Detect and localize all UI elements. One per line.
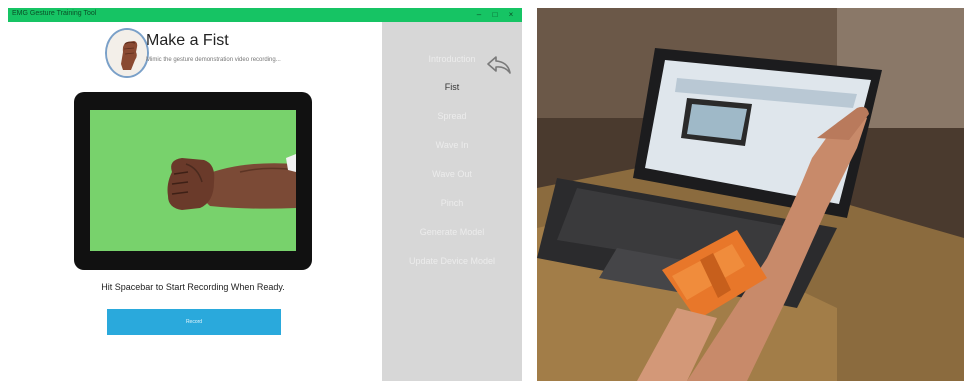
demonstration-video-frame	[74, 92, 312, 270]
sidebar-item-fist[interactable]: Fist	[382, 82, 522, 92]
step-title: Make a Fist	[146, 32, 229, 49]
sidebar-item-wave-in[interactable]: Wave In	[382, 140, 522, 150]
window-controls: – □ ×	[474, 9, 516, 21]
sidebar-item-label: Wave Out	[432, 169, 472, 179]
main-panel: Make a Fist Mimic the gesture demonstrat…	[8, 22, 382, 381]
sidebar-item-label: Spread	[437, 111, 467, 121]
maximize-button[interactable]: □	[490, 9, 500, 21]
demonstration-video[interactable]	[90, 110, 296, 251]
record-button[interactable]: Record	[107, 309, 281, 335]
fist-hand-icon	[105, 28, 149, 78]
sidebar-item-label: Introduction	[428, 54, 476, 64]
sidebar-item-wave-out[interactable]: Wave Out	[382, 169, 522, 179]
sidebar-item-label: Update Device Model	[408, 256, 496, 266]
gesture-app-window: EMG Gesture Training Tool – □ × Make a F…	[8, 8, 522, 381]
sidebar-item-label: Generate Model	[419, 227, 485, 237]
sidebar-item-label: Fist	[444, 82, 460, 92]
window-title: EMG Gesture Training Tool	[12, 10, 97, 17]
gesture-step-sidebar: Introduction Fist Spread Wave In Wave Ou…	[382, 22, 522, 381]
user-with-armband-photo	[537, 8, 964, 381]
window-titlebar: EMG Gesture Training Tool – □ ×	[8, 8, 522, 22]
close-button[interactable]: ×	[506, 9, 516, 21]
sidebar-item-update-device-model[interactable]: Update Device Model	[382, 256, 522, 266]
recording-instruction: Hit Spacebar to Start Recording When Rea…	[101, 282, 285, 292]
sidebar-item-label: Wave In	[435, 140, 469, 150]
sidebar-item-label: Pinch	[440, 198, 464, 208]
step-subtitle: Mimic the gesture demonstration video re…	[146, 57, 281, 63]
sidebar-item-spread[interactable]: Spread	[382, 111, 522, 121]
minimize-button[interactable]: –	[474, 9, 484, 21]
back-arrow-icon[interactable]	[485, 54, 513, 76]
sidebar-item-generate-model[interactable]: Generate Model	[382, 227, 522, 237]
sidebar-item-pinch[interactable]: Pinch	[382, 198, 522, 208]
